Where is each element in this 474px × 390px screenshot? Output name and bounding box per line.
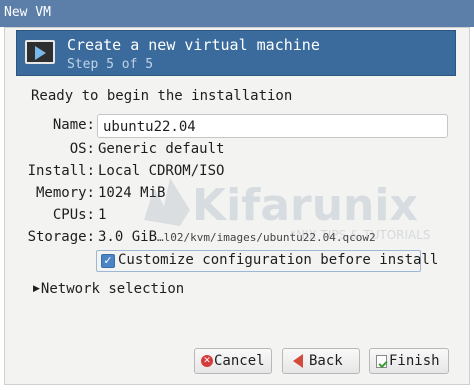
dialog-window xyxy=(4,27,470,385)
cancel-button[interactable]: ✕ Cancel xyxy=(194,348,272,374)
network-selection-expander[interactable]: ▶Network selection xyxy=(33,281,184,297)
storage-size: 3.0 GiB xyxy=(98,229,158,245)
storage-label: Storage: xyxy=(27,229,95,245)
install-label: Install: xyxy=(27,163,95,179)
finish-button[interactable]: Finish xyxy=(369,348,449,374)
install-value: Local CDROM/ISO xyxy=(98,163,225,179)
header-step: Step 5 of 5 xyxy=(67,57,154,72)
expander-arrow-icon: ▶ xyxy=(33,284,40,294)
name-input[interactable] xyxy=(97,114,448,138)
back-button[interactable]: Back xyxy=(282,348,360,374)
storage-path: …l02/kvm/images/ubuntu22.04.qcow2 xyxy=(157,231,376,244)
memory-value: 1024 MiB xyxy=(98,185,166,201)
cancel-label: Cancel xyxy=(214,353,265,369)
window-titlebar: New VM xyxy=(0,0,474,27)
back-arrow-icon xyxy=(293,354,303,368)
wizard-header: Create a new virtual machine Step 5 of 5 xyxy=(16,30,456,76)
cpus-label: CPUs: xyxy=(52,207,95,223)
ready-text: Ready to begin the installation xyxy=(31,88,293,104)
back-label: Back xyxy=(309,353,343,369)
name-label: Name: xyxy=(52,117,95,133)
monitor-play-icon xyxy=(25,40,55,64)
network-selection-label: Network selection xyxy=(40,281,185,297)
memory-label: Memory: xyxy=(35,185,95,201)
os-value: Generic default xyxy=(98,141,225,157)
customize-label[interactable]: Customize configuration before install xyxy=(118,252,438,268)
customize-checkbox-row[interactable]: ✓ Customize configuration before install xyxy=(96,250,438,272)
cpus-value: 1 xyxy=(98,207,107,223)
header-title: Create a new virtual machine xyxy=(67,36,320,54)
checkbox-checked-icon[interactable]: ✓ xyxy=(101,254,115,268)
cancel-icon: ✕ xyxy=(201,355,213,367)
window-title: New VM xyxy=(4,5,51,20)
storage-value: 3.0 GiB…l02/kvm/images/ubuntu22.04.qcow2 xyxy=(98,229,376,245)
finish-label: Finish xyxy=(389,353,440,369)
finish-icon xyxy=(376,354,387,368)
os-label: OS: xyxy=(69,141,95,157)
